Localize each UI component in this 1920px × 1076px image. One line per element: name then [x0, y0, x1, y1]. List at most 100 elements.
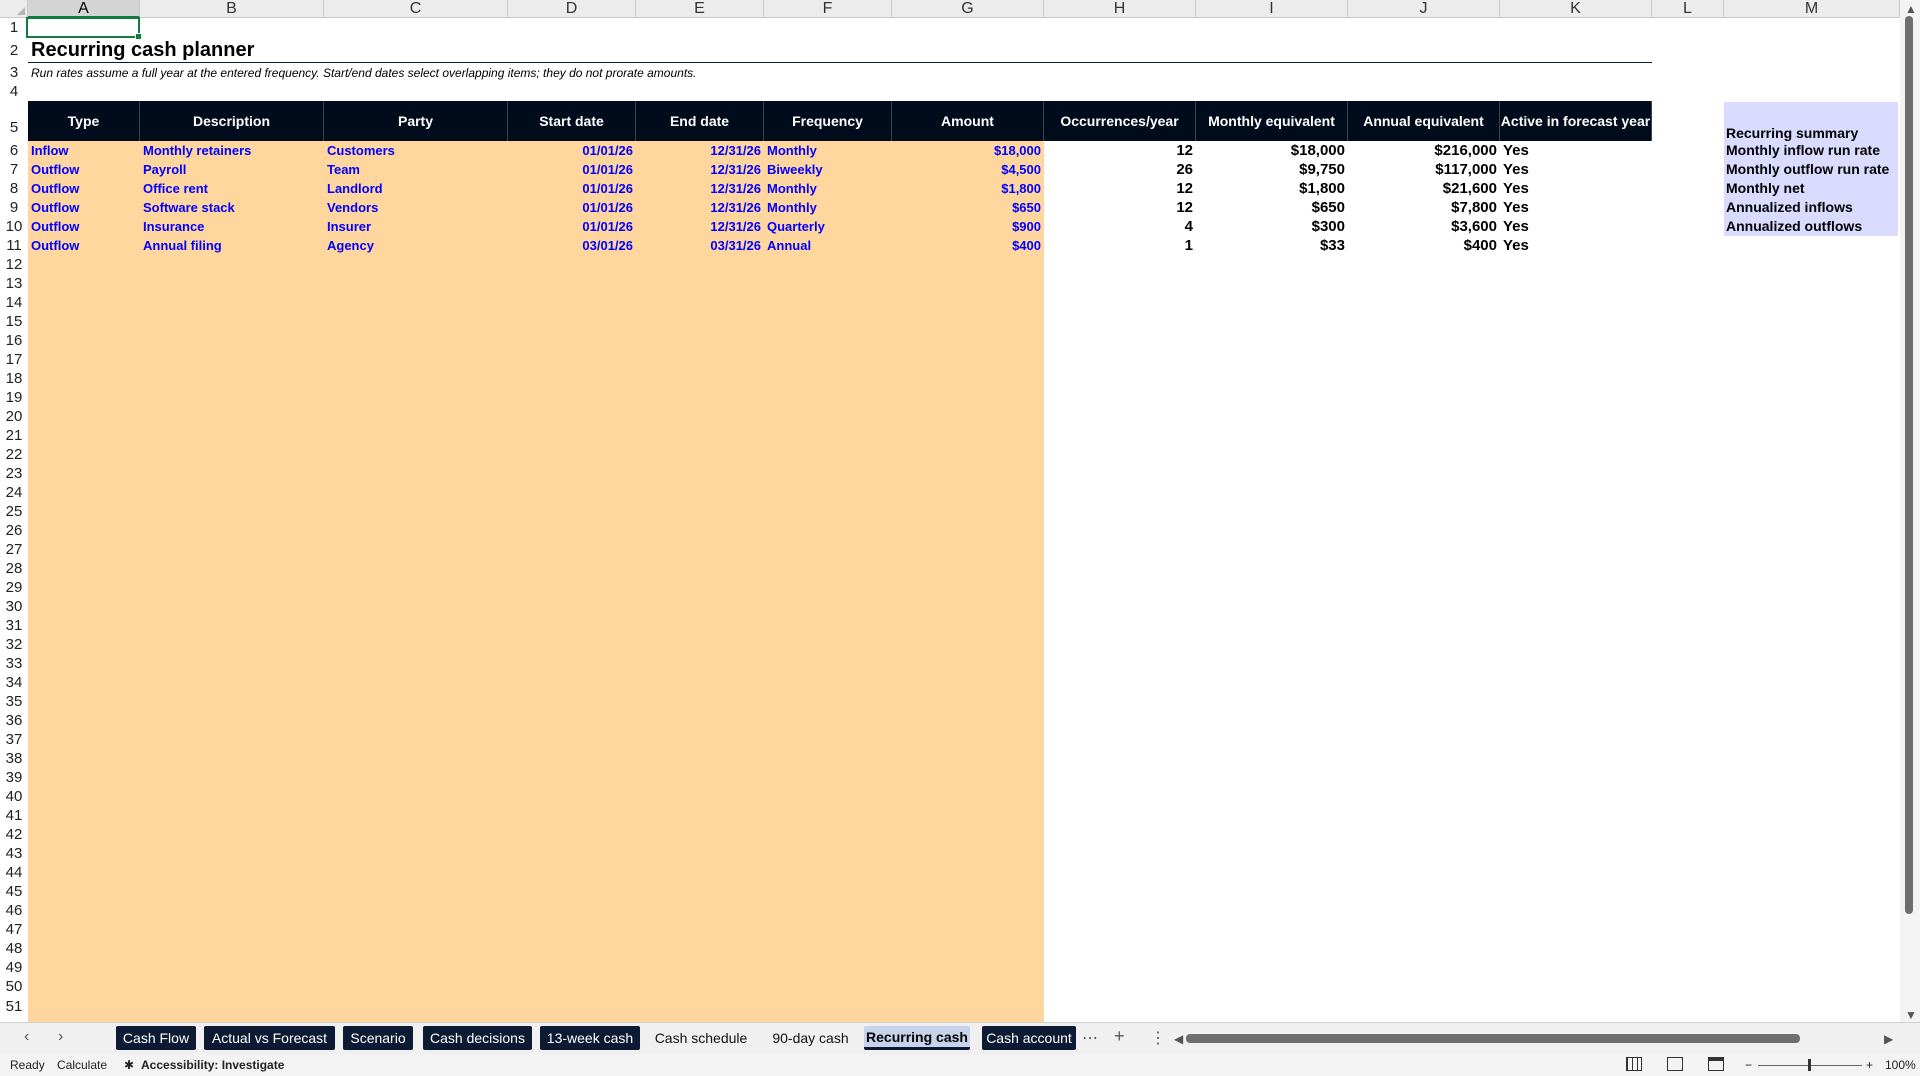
cell-start[interactable]: 01/01/26 [508, 217, 636, 236]
row-header-34[interactable]: 34 [0, 673, 28, 692]
row-header-18[interactable]: 18 [0, 369, 28, 388]
cell-monthly[interactable]: $33 [1196, 236, 1348, 255]
cell-active[interactable]: Yes [1500, 141, 1652, 160]
cell-description[interactable]: Monthly retainers [140, 141, 324, 160]
column-header-f[interactable]: F [764, 0, 892, 18]
cell-amount[interactable]: $1,800 [892, 179, 1044, 198]
row-header-29[interactable]: 29 [0, 578, 28, 597]
status-calculate[interactable]: Calculate [57, 1058, 107, 1072]
cell-frequency[interactable]: Annual [764, 236, 892, 255]
row-header-33[interactable]: 33 [0, 654, 28, 673]
row-header-23[interactable]: 23 [0, 464, 28, 483]
row-header-22[interactable]: 22 [0, 445, 28, 464]
cell-description[interactable]: Annual filing [140, 236, 324, 255]
row-header-12[interactable]: 12 [0, 255, 28, 274]
cell-occ[interactable]: 12 [1044, 198, 1196, 217]
cell-end[interactable]: 12/31/26 [636, 198, 764, 217]
tab-recurring-cash[interactable]: Recurring cash [864, 1026, 970, 1050]
cell-type[interactable]: Outflow [28, 236, 140, 255]
cell-occ[interactable]: 26 [1044, 160, 1196, 179]
cell-start[interactable]: 01/01/26 [508, 198, 636, 217]
column-header-m[interactable]: M [1724, 0, 1900, 18]
tab-scenario[interactable]: Scenario [343, 1026, 413, 1050]
tab-next-icon[interactable]: › [58, 1028, 63, 1046]
row-header-28[interactable]: 28 [0, 559, 28, 578]
column-header-b[interactable]: B [140, 0, 324, 18]
cell-frequency[interactable]: Monthly [764, 179, 892, 198]
cell-monthly[interactable]: $300 [1196, 217, 1348, 236]
column-header-j[interactable]: J [1348, 0, 1500, 18]
tab-cash-account[interactable]: Cash account [982, 1026, 1076, 1050]
row-header-4[interactable]: 4 [0, 82, 28, 101]
row-header-46[interactable]: 46 [0, 901, 28, 920]
cell-annual[interactable]: $3,600 [1348, 217, 1500, 236]
cell-party[interactable]: Team [324, 160, 508, 179]
tab-cash-decisions[interactable]: Cash decisions [423, 1026, 532, 1050]
row-header-25[interactable]: 25 [0, 502, 28, 521]
cell-end[interactable]: 12/31/26 [636, 179, 764, 198]
zoom-out-icon[interactable]: − [1745, 1058, 1752, 1072]
row-header-36[interactable]: 36 [0, 711, 28, 730]
cell-end[interactable]: 12/31/26 [636, 141, 764, 160]
row-header-13[interactable]: 13 [0, 274, 28, 293]
row-header-44[interactable]: 44 [0, 863, 28, 882]
row-header-49[interactable]: 49 [0, 958, 28, 977]
row-header-10[interactable]: 10 [0, 217, 28, 236]
cell-active[interactable]: Yes [1500, 179, 1652, 198]
tab-cash-flow[interactable]: Cash Flow [116, 1026, 196, 1050]
cell-start[interactable]: 03/01/26 [508, 236, 636, 255]
cell-type[interactable]: Outflow [28, 217, 140, 236]
row-header-9[interactable]: 9 [0, 198, 28, 217]
tab-13-week-cash[interactable]: 13-week cash [540, 1026, 640, 1050]
hscroll-left-icon[interactable]: ◀ [1174, 1032, 1183, 1046]
cell-frequency[interactable]: Quarterly [764, 217, 892, 236]
cell-annual[interactable]: $117,000 [1348, 160, 1500, 179]
row-header-37[interactable]: 37 [0, 730, 28, 749]
cell-start[interactable]: 01/01/26 [508, 179, 636, 198]
cell-type[interactable]: Outflow [28, 179, 140, 198]
cell-active[interactable]: Yes [1500, 198, 1652, 217]
row-header-2[interactable]: 2 [0, 38, 28, 63]
select-all-corner[interactable] [0, 0, 28, 18]
row-header-7[interactable]: 7 [0, 160, 28, 179]
hscroll-right-icon[interactable]: ▶ [1884, 1032, 1893, 1046]
column-header-k[interactable]: K [1500, 0, 1652, 18]
cell-frequency[interactable]: Monthly [764, 141, 892, 160]
row-header-17[interactable]: 17 [0, 350, 28, 369]
tab-cash-schedule[interactable]: Cash schedule [648, 1026, 754, 1050]
column-header-c[interactable]: C [324, 0, 508, 18]
column-header-i[interactable]: I [1196, 0, 1348, 18]
cell-start[interactable]: 01/01/26 [508, 141, 636, 160]
cell-end[interactable]: 03/31/26 [636, 236, 764, 255]
add-sheet-icon[interactable]: + [1114, 1026, 1125, 1047]
row-header-8[interactable]: 8 [0, 179, 28, 198]
row-header-16[interactable]: 16 [0, 331, 28, 350]
cell-amount[interactable]: $4,500 [892, 160, 1044, 179]
cell-amount[interactable]: $18,000 [892, 141, 1044, 160]
cell-description[interactable]: Software stack [140, 198, 324, 217]
column-header-l[interactable]: L [1652, 0, 1724, 18]
cell-description[interactable]: Payroll [140, 160, 324, 179]
column-header-h[interactable]: H [1044, 0, 1196, 18]
row-header-48[interactable]: 48 [0, 939, 28, 958]
cell-description[interactable]: Insurance [140, 217, 324, 236]
column-header-e[interactable]: E [636, 0, 764, 18]
normal-view-icon[interactable] [1626, 1057, 1642, 1071]
cell-active[interactable]: Yes [1500, 217, 1652, 236]
column-header-a[interactable]: A [28, 0, 140, 18]
more-tabs-icon[interactable]: ⋯ [1082, 1028, 1098, 1048]
scroll-down-icon[interactable]: ▼ [1905, 1008, 1917, 1022]
cell-annual[interactable]: $21,600 [1348, 179, 1500, 198]
cell-type[interactable]: Inflow [28, 141, 140, 160]
cell-party[interactable]: Agency [324, 236, 508, 255]
cell-active[interactable]: Yes [1500, 160, 1652, 179]
cell-monthly[interactable]: $18,000 [1196, 141, 1348, 160]
cell-description[interactable]: Office rent [140, 179, 324, 198]
cell-frequency[interactable]: Biweekly [764, 160, 892, 179]
zoom-level[interactable]: 100% [1885, 1058, 1916, 1072]
page-layout-icon[interactable] [1667, 1057, 1683, 1071]
row-header-38[interactable]: 38 [0, 749, 28, 768]
row-header-43[interactable]: 43 [0, 844, 28, 863]
row-header-20[interactable]: 20 [0, 407, 28, 426]
active-cell-A1[interactable] [26, 17, 142, 40]
